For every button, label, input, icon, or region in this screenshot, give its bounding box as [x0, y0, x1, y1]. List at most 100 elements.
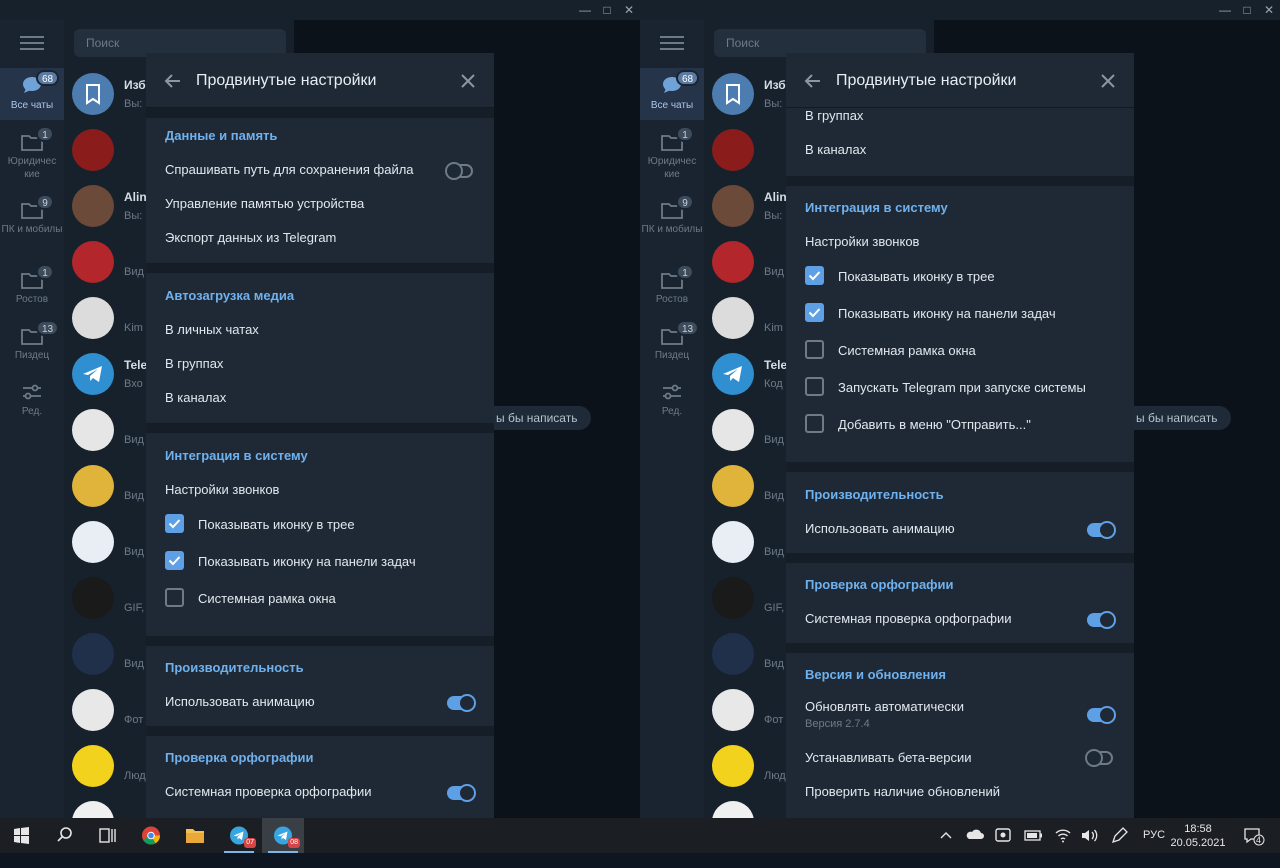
notification-center-icon[interactable]: 4 [1240, 818, 1268, 853]
checkbox-taskbar-icon[interactable] [805, 303, 824, 322]
checkbox-system-frame[interactable] [805, 340, 824, 359]
desktop: — □ ✕ 68 Все чаты 1 Юридичес кие 9 ПК и … [0, 0, 1280, 853]
toggle-animation[interactable] [1087, 521, 1116, 539]
file-explorer-icon[interactable] [174, 818, 216, 853]
setting-animation[interactable]: Использовать анимацию [165, 694, 315, 709]
wifi-icon[interactable] [1052, 818, 1074, 853]
chat-preview: Люд [764, 770, 786, 782]
section-divider [146, 636, 494, 646]
minimize-icon[interactable]: — [1214, 0, 1236, 20]
folder-label: ПК и мобилы [641, 224, 703, 235]
checkbox-autostart[interactable] [805, 377, 824, 396]
battery-icon[interactable] [1022, 818, 1044, 853]
checkbox-tray-icon[interactable] [805, 266, 824, 285]
chats-icon: 68 [20, 70, 60, 96]
setting-autostart[interactable]: Запускать Telegram при запуске системы [838, 380, 1086, 395]
folder-legal[interactable]: 1 Юридичес кие [640, 126, 704, 181]
pen-icon[interactable] [1108, 818, 1130, 853]
setting-animation[interactable]: Использовать анимацию [805, 521, 955, 536]
onedrive-icon[interactable] [964, 818, 986, 853]
minimize-icon[interactable]: — [574, 0, 596, 20]
checkbox-send-to-menu[interactable] [805, 414, 824, 433]
setting-taskbar-icon[interactable]: Показывать иконку на панели задач [838, 306, 1056, 321]
tray-app-icon[interactable] [992, 818, 1014, 853]
maximize-icon[interactable]: □ [1236, 0, 1258, 20]
chrome-icon[interactable] [130, 818, 172, 853]
toggle-spellcheck[interactable] [1087, 611, 1116, 629]
setting-autodownload-groups[interactable]: В группах [165, 356, 223, 371]
setting-system-frame[interactable]: Системная рамка окна [198, 591, 336, 606]
setting-call-settings[interactable]: Настройки звонков [165, 482, 279, 497]
folder-icon: 9 [660, 194, 694, 220]
folder-rostov[interactable]: 1 Ростов [640, 264, 704, 306]
folder-icon: 1 [660, 126, 694, 152]
toggle-spellcheck[interactable] [447, 784, 476, 802]
folder-pizdets[interactable]: 13 Пиздец [0, 320, 64, 362]
taskbar-badge: 08 [288, 838, 300, 848]
section-title: Интеграция в систему [805, 200, 948, 215]
folder-pizdets[interactable]: 13 Пиздец [640, 320, 704, 362]
chevron-up-icon[interactable] [938, 818, 954, 853]
setting-export-data[interactable]: Экспорт данных из Telegram [165, 230, 336, 245]
folder-pc-mobile[interactable]: 9 ПК и мобилы [640, 194, 704, 236]
chat-preview: Вы: [124, 98, 143, 110]
close-icon[interactable] [458, 71, 478, 91]
hamburger-menu-icon[interactable] [660, 36, 684, 52]
telegram-taskbar-icon[interactable]: 07 [218, 818, 260, 853]
avatar [72, 577, 114, 619]
folder-badge: 68 [676, 70, 700, 86]
folder-pc-mobile[interactable]: 9 ПК и мобилы [0, 194, 64, 236]
setting-auto-update[interactable]: Обновлять автоматически [805, 699, 964, 714]
close-window-icon[interactable]: ✕ [618, 0, 640, 20]
folder-edit[interactable]: Ред. [0, 382, 64, 418]
setting-beta-versions[interactable]: Устанавливать бета-версии [805, 750, 972, 765]
maximize-icon[interactable]: □ [596, 0, 618, 20]
setting-autodownload-channels[interactable]: В каналах [805, 142, 866, 157]
folder-icon: 1 [20, 126, 54, 152]
check-updates-link[interactable]: Проверить наличие обновлений [805, 784, 1000, 799]
folder-edit[interactable]: Ред. [640, 382, 704, 418]
windows-start-icon[interactable] [0, 818, 42, 853]
folder-all-chats[interactable]: 68 Все чаты [0, 68, 64, 120]
task-view-icon[interactable] [86, 818, 128, 853]
setting-call-settings[interactable]: Настройки звонков [805, 234, 919, 249]
folder-label: Пиздец [14, 350, 50, 361]
checkbox-taskbar-icon[interactable] [165, 551, 184, 570]
search-icon[interactable] [44, 818, 86, 853]
setting-spellcheck[interactable]: Системная проверка орфографии [165, 784, 372, 799]
setting-taskbar-icon[interactable]: Показывать иконку на панели задач [198, 554, 416, 569]
setting-storage-management[interactable]: Управление памятью устройства [165, 196, 364, 211]
telegram-taskbar-icon-active[interactable]: 08 [262, 818, 304, 853]
setting-autodownload-groups[interactable]: В группах [805, 108, 863, 123]
setting-tray-icon[interactable]: Показывать иконку в трее [198, 517, 355, 532]
setting-system-frame[interactable]: Системная рамка окна [838, 343, 976, 358]
close-icon[interactable] [1098, 71, 1118, 91]
close-window-icon[interactable]: ✕ [1258, 0, 1280, 20]
back-arrow-icon[interactable] [803, 71, 823, 91]
folder-rostov[interactable]: 1 Ростов [0, 264, 64, 306]
setting-autodownload-channels[interactable]: В каналах [165, 390, 226, 405]
hamburger-menu-icon[interactable] [20, 36, 44, 52]
setting-tray-icon[interactable]: Показывать иконку в трее [838, 269, 995, 284]
toggle-beta-versions[interactable] [1085, 749, 1113, 767]
toggle-ask-download-path[interactable] [445, 162, 473, 180]
toggle-animation[interactable] [447, 694, 476, 712]
checkbox-system-frame[interactable] [165, 588, 184, 607]
back-arrow-icon[interactable] [163, 71, 183, 91]
language-indicator[interactable]: РУС [1143, 818, 1165, 853]
setting-send-to-menu[interactable]: Добавить в меню "Отправить..." [838, 417, 1031, 432]
setting-ask-download-path[interactable]: Спрашивать путь для сохранения файла [165, 162, 414, 177]
folder-label: Ростов [15, 294, 49, 305]
setting-autodownload-private[interactable]: В личных чатах [165, 322, 259, 337]
folder-all-chats[interactable]: 68 Все чаты [640, 68, 704, 120]
volume-icon[interactable] [1078, 818, 1100, 853]
setting-spellcheck[interactable]: Системная проверка орфографии [805, 611, 1012, 626]
folder-badge: 9 [36, 194, 54, 210]
clock[interactable]: 18:58 20.05.2021 [1168, 822, 1228, 850]
folder-legal[interactable]: 1 Юридичес кие [0, 126, 64, 181]
chat-preview: Вид [764, 546, 784, 558]
chat-preview: Вид [764, 658, 784, 670]
dialog-body: В группах В каналах Интеграция в систему… [786, 108, 1134, 818]
toggle-auto-update[interactable] [1087, 706, 1116, 724]
checkbox-tray-icon[interactable] [165, 514, 184, 533]
